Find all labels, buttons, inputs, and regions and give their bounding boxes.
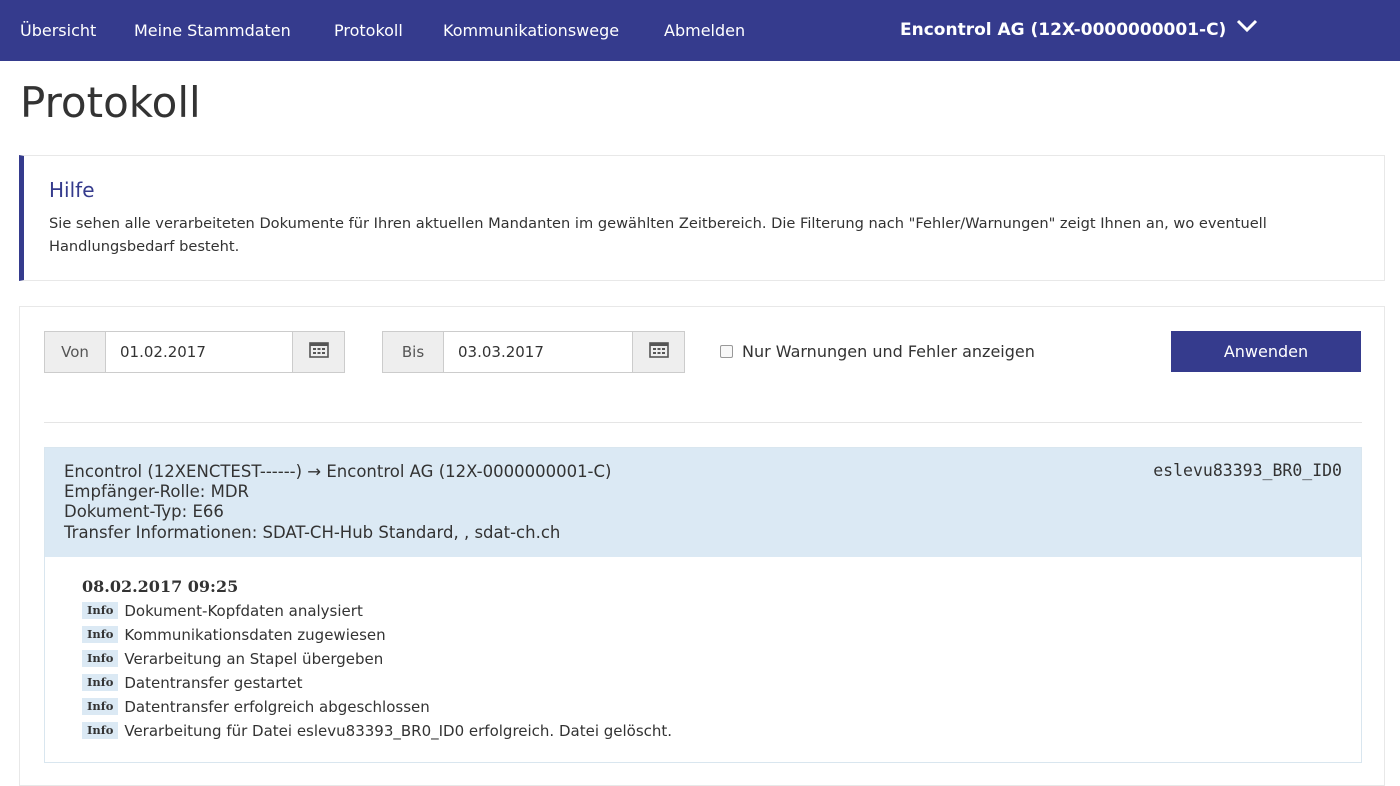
log-level-badge: Info [82,602,119,619]
protocol-entry: Encontrol (12XENCTEST------) → Encontrol… [44,447,1362,763]
log-row: Info Dokument-Kopfdaten analysiert [82,601,363,621]
to-label: Bis [383,332,444,372]
log-row: Info Kommunikationsdaten zugewiesen [82,625,386,645]
log-row: Info Verarbeitung für Datei eslevu83393_B… [82,721,672,741]
from-label: Von [45,332,106,372]
log-text: Kommunikationsdaten zugewiesen [124,626,386,644]
log-row: Info Datentransfer erfolgreich abgeschlos… [82,697,430,717]
entry-role: Empfänger-Rolle: MDR [64,482,250,501]
log-row: Info Verarbeitung an Stapel übergeben [82,649,383,669]
entry-file-id: eslevu83393_BR0_ID0 [1153,461,1342,480]
warnings-filter-checkbox[interactable]: Nur Warnungen und Fehler anzeigen [720,331,1035,373]
tenant-selector[interactable]: Encontrol AG (12X-0000000001-C) [900,0,1258,61]
log-level-badge: Info [82,626,119,643]
entry-route: Encontrol (12XENCTEST------) → Encontrol… [64,462,612,481]
log-level-badge: Info [82,698,119,715]
help-text: Sie sehen alle verarbeiteten Dokumente f… [49,215,1267,255]
log-level-badge: Info [82,650,119,667]
checkbox-label: Nur Warnungen und Fehler anzeigen [742,342,1035,361]
apply-button[interactable]: Anwenden [1171,331,1361,372]
page-title: Protokoll [20,78,201,127]
log-text: Verarbeitung für Datei eslevu83393_BR0_I… [124,722,673,740]
from-calendar-button[interactable] [292,332,344,372]
entry-transfer: Transfer Informationen: SDAT-CH-Hub Stan… [64,523,561,542]
log-text: Verarbeitung an Stapel übergeben [124,650,384,668]
nav-item-kommunikationswege[interactable]: Kommunikationswege [443,0,619,61]
entry-doc-type: Dokument-Typ: E66 [64,502,224,521]
log-text: Datentransfer erfolgreich abgeschlossen [124,698,430,716]
tenant-label: Encontrol AG (12X-0000000001-C) [900,20,1227,40]
chevron-down-icon [1236,0,1258,59]
calendar-icon [648,342,669,362]
log-text: Dokument-Kopfdaten analysiert [124,602,363,620]
log-level-badge: Info [82,674,119,691]
from-date-input[interactable]: 01.02.2017 [106,332,292,372]
nav-item-abmelden[interactable]: Abmelden [664,0,745,61]
entry-timestamp: 08.02.2017 09:25 [82,577,239,596]
top-navbar: Übersicht Meine Stammdaten Protokoll Kom… [0,0,1400,61]
from-date-group: Von 01.02.2017 [44,331,345,373]
protocol-panel: Von 01.02.2017 Bis 03.03.2017 Nur Warnun… [19,306,1385,786]
to-date-group: Bis 03.03.2017 [382,331,685,373]
to-calendar-button[interactable] [632,332,684,372]
nav-item-protokoll[interactable]: Protokoll [334,0,403,61]
log-row: Info Datentransfer gestartet [82,673,303,693]
help-box: Hilfe Sie sehen alle verarbeiteten Dokum… [19,155,1385,281]
calendar-icon [308,342,329,362]
log-text: Datentransfer gestartet [124,674,303,692]
divider [44,422,1362,423]
help-title: Hilfe [49,178,95,202]
log-level-badge: Info [82,722,119,739]
entry-header[interactable]: Encontrol (12XENCTEST------) → Encontrol… [45,448,1361,557]
nav-item-uebersicht[interactable]: Übersicht [20,0,96,61]
to-date-input[interactable]: 03.03.2017 [444,332,632,372]
nav-item-stammdaten[interactable]: Meine Stammdaten [134,0,291,61]
checkbox-icon[interactable] [720,344,733,358]
